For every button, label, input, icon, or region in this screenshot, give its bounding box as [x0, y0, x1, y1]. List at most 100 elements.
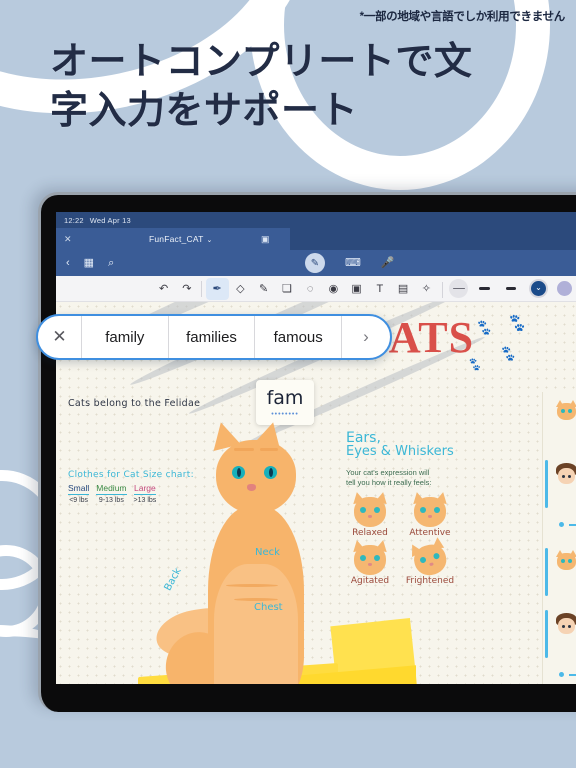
- suggestion-family[interactable]: family: [82, 316, 169, 358]
- cat-face-icon: [349, 538, 391, 578]
- next-suggestions-icon[interactable]: ›: [342, 316, 390, 358]
- title-bar-filler: [290, 228, 576, 250]
- suggestion-families[interactable]: families: [169, 316, 256, 358]
- side-panel-row[interactable]: SPE: [543, 392, 576, 454]
- cat-chest: [214, 564, 298, 684]
- microphone-icon[interactable]: 🎤: [381, 257, 395, 269]
- autocomplete-suggestion-bar[interactable]: ✕ family families famous ›: [36, 314, 392, 360]
- size-chart-item: Small <9 lbs: [68, 483, 90, 504]
- size-value: <9 lbs: [69, 496, 89, 504]
- thickness-thick-button[interactable]: [501, 279, 520, 298]
- close-icon[interactable]: ✕: [38, 316, 82, 358]
- textbox-tool-button[interactable]: T: [368, 278, 391, 300]
- search-icon[interactable]: ⌕: [108, 257, 114, 269]
- side-panel-row[interactable]: ADD TAS: [543, 604, 576, 666]
- tablet-device-frame: 12:22 Wed Apr 13 ✕ FunFact_CAT ⌄ ▣ ‹ ▦ ⌕ …: [38, 192, 576, 712]
- ears-subtext: Your cat's expression will tell you how …: [346, 468, 454, 488]
- color-swatch-purple[interactable]: [557, 281, 572, 296]
- connector-line: [569, 674, 576, 676]
- document-title: FunFact_CAT ⌄: [72, 234, 290, 244]
- size-name: Medium: [96, 483, 127, 495]
- close-icon[interactable]: ✕: [64, 234, 72, 244]
- label-neck: Neck: [255, 547, 280, 558]
- cat-eye-left: [232, 466, 245, 479]
- status-time: 12:22: [64, 215, 84, 225]
- tablet-screen: 12:22 Wed Apr 13 ✕ FunFact_CAT ⌄ ▣ ‹ ▦ ⌕ …: [56, 212, 576, 684]
- title-bar: ✕ FunFact_CAT ⌄ ▣: [56, 228, 576, 250]
- keyboard-icon[interactable]: ⌨: [345, 257, 361, 269]
- bullet-dot: [559, 672, 564, 677]
- sticker-tool-button[interactable]: ◉: [322, 278, 345, 300]
- cat-stripe: [234, 598, 278, 601]
- headline-line-1: オートコンプリートで文: [50, 41, 473, 83]
- status-bar: 12:22 Wed Apr 13: [56, 212, 576, 228]
- lasso-tool-button[interactable]: ◌: [299, 278, 322, 300]
- cat-face-icon: [349, 490, 391, 530]
- mood-item: Attentive: [401, 490, 459, 538]
- undo-button[interactable]: ↶: [152, 278, 175, 300]
- cat-eye-right: [264, 466, 277, 479]
- mood-grid: Relaxed Attentive Agitated Frightened: [341, 490, 461, 586]
- side-panel-row[interactable]: SPE THA: [543, 454, 576, 516]
- color-swatch-navy[interactable]: [531, 281, 546, 296]
- size-value: >13 lbs: [133, 496, 157, 504]
- eraser-tool-button[interactable]: ◇: [229, 278, 252, 300]
- label-chest: Chest: [254, 602, 283, 613]
- thickness-thin-button[interactable]: [449, 279, 468, 298]
- drawing-toolbar: ↶ ↷ ✒ ◇ ✎ ❏ ◌ ◉ ▣ T ▤ ✧: [56, 276, 576, 302]
- ears-heading-line-2: Eyes & Whiskers: [346, 444, 454, 459]
- mood-item: Agitated: [341, 538, 399, 586]
- avatar: [555, 400, 576, 423]
- ears-subtext-line-2: tell you how it really feels:: [346, 478, 432, 488]
- cat-stripe: [234, 448, 254, 451]
- cat-head: [216, 440, 296, 514]
- ears-annotation: Ears, Eyes & Whiskers Your cat's express…: [346, 430, 454, 488]
- suggestion-famous[interactable]: famous: [255, 316, 343, 358]
- nav-bar: ‹ ▦ ⌕ ✎ ⌨ 🎤: [56, 250, 576, 276]
- cat-stripe: [260, 448, 278, 451]
- thickness-medium-button[interactable]: [475, 279, 494, 298]
- book-view-icon[interactable]: ▣: [261, 234, 270, 245]
- size-name: Large: [133, 483, 157, 495]
- fact-line-text: Cats belong to the Felidae: [68, 398, 201, 409]
- document-title-text: FunFact_CAT: [148, 234, 204, 244]
- ears-subtext-line-1: Your cat's expression will: [346, 468, 430, 477]
- highlight-bar: [545, 460, 548, 508]
- mood-item: Frightened: [401, 536, 459, 586]
- nav-center-group: ✎ ⌨ 🎤: [305, 253, 395, 273]
- cat-face-icon: [409, 490, 451, 530]
- camera-tool-button[interactable]: ▤: [392, 278, 415, 300]
- size-name: Small: [68, 483, 90, 495]
- cat-stripe: [226, 584, 278, 587]
- thickness-group: [442, 279, 576, 298]
- redo-button[interactable]: ↷: [175, 278, 198, 300]
- side-panel-divider-row: [543, 516, 576, 542]
- shapes-tool-button[interactable]: ❏: [275, 278, 298, 300]
- headline-line-2: 字入力をサポート: [50, 89, 359, 132]
- size-chart-item: Medium 9-13 lbs: [96, 483, 127, 504]
- connector-line: [569, 524, 576, 526]
- avatar: [555, 462, 576, 485]
- avatar: [555, 612, 576, 635]
- footnote-text: *一部の地域や言語でしか利用できません: [359, 11, 566, 23]
- annotation-side-panel[interactable]: SPE SPE THA: [542, 392, 576, 684]
- pen-mode-icon[interactable]: ✎: [305, 253, 325, 273]
- back-icon[interactable]: ‹: [66, 257, 70, 269]
- cat-nose: [247, 484, 256, 491]
- chevron-down-icon[interactable]: ⌄: [206, 237, 212, 244]
- highlighter-tool-button[interactable]: ✎: [252, 278, 275, 300]
- status-date: Wed Apr 13: [89, 215, 131, 225]
- page-title: オートコンプリートで文 字入力をサポート: [50, 38, 472, 135]
- typed-word: fam: [266, 387, 304, 409]
- bullet-dot: [559, 522, 564, 527]
- nav-left-group: ‹ ▦ ⌕: [56, 257, 114, 269]
- grid-icon[interactable]: ▦: [84, 257, 94, 269]
- document-tab[interactable]: ✕ FunFact_CAT ⌄ ▣: [56, 228, 290, 250]
- laser-tool-button[interactable]: ✧: [415, 278, 438, 300]
- mood-item: Relaxed: [341, 490, 399, 538]
- pen-tool-button[interactable]: ✒: [200, 277, 229, 300]
- side-panel-divider-row: [543, 666, 576, 684]
- size-chart-item: Large >13 lbs: [133, 483, 157, 504]
- image-tool-button[interactable]: ▣: [345, 278, 368, 300]
- side-panel-row[interactable]: 473 CAT: [543, 542, 576, 604]
